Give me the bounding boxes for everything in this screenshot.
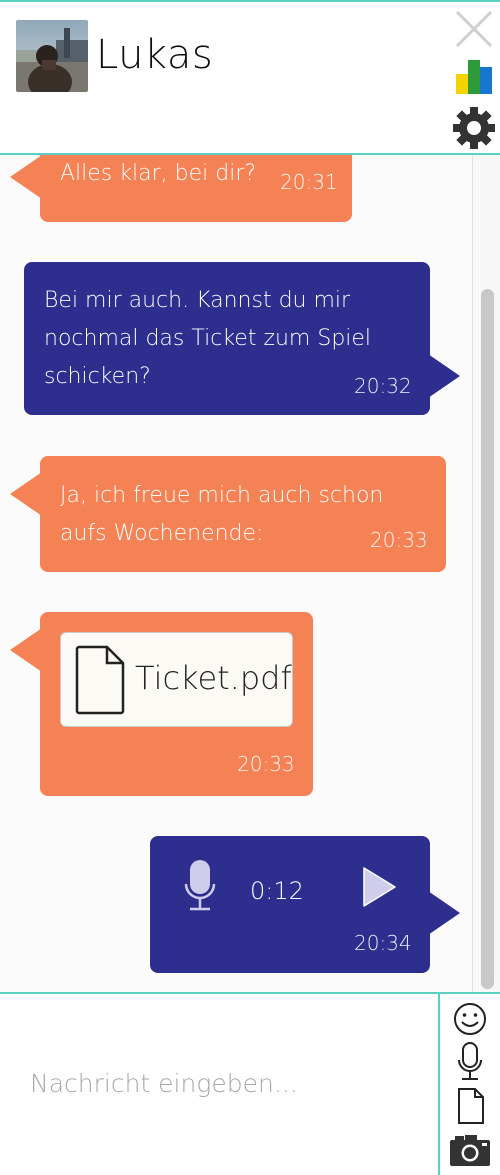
bubble-tail: [10, 155, 42, 199]
message-input[interactable]: [0, 994, 438, 1173]
message-time: 20:32: [354, 374, 412, 398]
document-icon[interactable]: [457, 1088, 485, 1128]
message-list[interactable]: Alles klar, bei dir? 20:31 Bei mir auch.…: [0, 155, 472, 992]
play-icon[interactable]: [362, 866, 398, 921]
bar-chart-icon[interactable]: [456, 60, 494, 98]
message-line: nochmal das Ticket zum Spiel: [44, 326, 372, 351]
scrollbar-thumb[interactable]: [481, 289, 494, 989]
bubble-tail: [428, 891, 460, 935]
scrollbar[interactable]: [472, 155, 500, 992]
message-text: Alles klar, bei dir?: [60, 161, 257, 186]
document-icon: [75, 645, 125, 728]
file-attachment[interactable]: Ticket.pdf: [60, 632, 293, 727]
message-bubble-incoming[interactable]: Ja, ich freue mich auch schon aufs Woche…: [10, 456, 446, 572]
microphone-icon[interactable]: [456, 1042, 484, 1086]
bubble-tail: [428, 354, 460, 398]
emoji-icon[interactable]: [453, 1002, 487, 1040]
composer-divider: [438, 994, 440, 1175]
message-line: schicken?: [44, 364, 151, 389]
message-line: Ja, ich freue mich auch schon: [60, 483, 384, 508]
avatar[interactable]: [16, 20, 88, 92]
message-bubble-outgoing[interactable]: Bei mir auch. Kannst du mir nochmal das …: [24, 262, 460, 415]
contact-name: Lukas: [96, 32, 214, 78]
composer: [0, 992, 500, 1175]
message-time: 20:33: [237, 752, 295, 776]
message-bubble-incoming[interactable]: Alles klar, bei dir? 20:31: [10, 155, 352, 222]
voice-duration: 0:12: [250, 877, 304, 905]
chat-header: Lukas: [0, 0, 500, 154]
message-line: aufs Wochenende:: [60, 521, 264, 546]
message-bubble-voice[interactable]: 0:12 20:34: [150, 836, 460, 973]
message-time: 20:34: [354, 931, 412, 955]
message-time: 20:33: [370, 528, 428, 552]
close-icon[interactable]: [455, 10, 493, 52]
bubble-tail: [10, 472, 42, 516]
file-name: Ticket.pdf: [135, 659, 292, 697]
message-line: Bei mir auch. Kannst du mir: [44, 288, 351, 313]
camera-icon[interactable]: [449, 1134, 491, 1170]
message-bubble-file[interactable]: Ticket.pdf 20:33: [10, 612, 313, 796]
gear-icon[interactable]: [452, 106, 496, 154]
microphone-icon: [184, 858, 216, 927]
message-time: 20:31: [280, 170, 338, 194]
bubble-tail: [10, 628, 42, 672]
